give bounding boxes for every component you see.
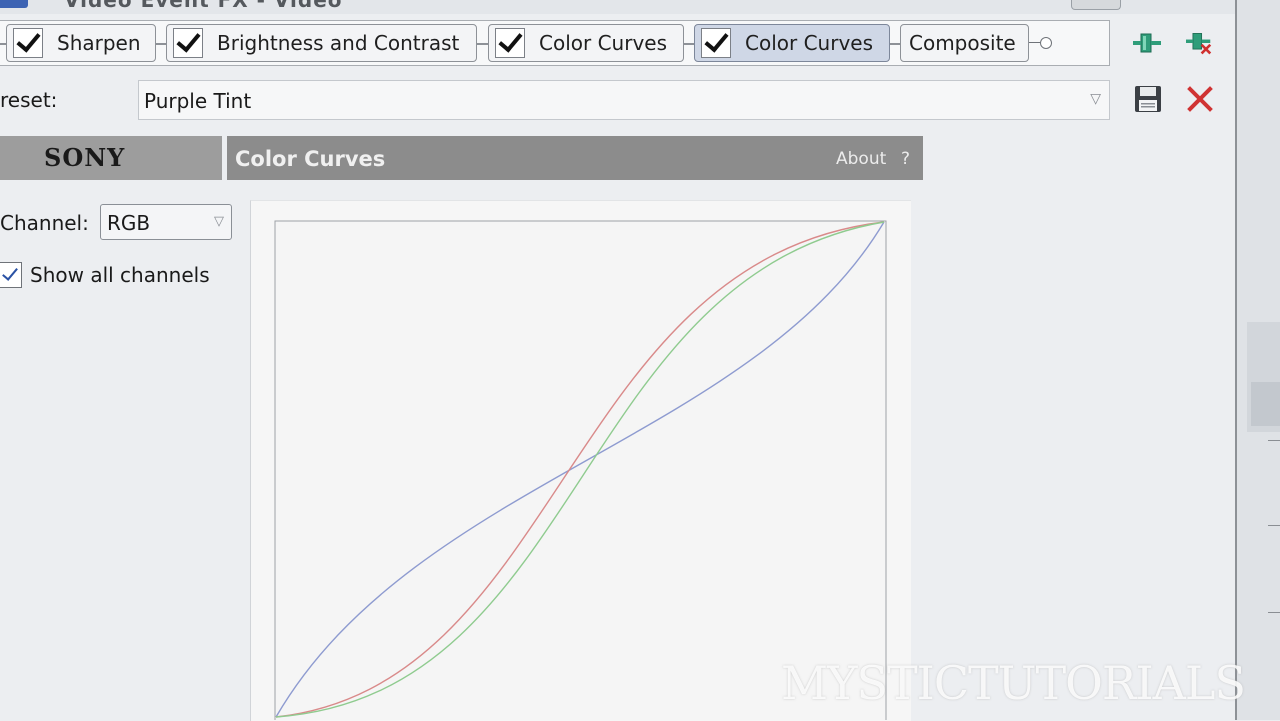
edge-band-dark — [1251, 382, 1280, 426]
save-icon[interactable] — [1133, 84, 1163, 114]
plugin-remove-icon[interactable] — [1183, 30, 1215, 56]
preset-value: Purple Tint — [144, 89, 252, 113]
about-link[interactable]: About — [836, 149, 886, 169]
title-bar: Video Event FX - Video — [0, 0, 1235, 14]
delete-icon[interactable] — [1186, 85, 1214, 113]
chain-connector — [477, 43, 488, 45]
plugin-color-curves-1[interactable]: Color Curves — [488, 24, 684, 62]
help-icon[interactable]: ? — [901, 149, 910, 169]
timeline-edge — [1235, 0, 1280, 720]
minimize-button[interactable] — [1071, 0, 1121, 10]
channel-value: RGB — [107, 211, 151, 235]
plugin-color-curves-2[interactable]: Color Curves — [694, 24, 890, 62]
plugin-enable-checkbox[interactable] — [701, 28, 731, 58]
plugin-enable-checkbox[interactable] — [173, 28, 203, 58]
edge-tick — [1268, 612, 1280, 613]
plugin-label: Color Curves — [745, 31, 873, 55]
edge-tick — [1268, 525, 1280, 526]
edge-tick — [1268, 440, 1280, 441]
plugin-label: Color Curves — [539, 31, 667, 55]
curve-frame — [274, 220, 887, 720]
plugin-enable-checkbox[interactable] — [13, 28, 43, 58]
plugin-label: Brightness and Contrast — [217, 31, 460, 55]
show-all-channels-checkbox[interactable] — [0, 262, 22, 288]
plugin-title: Color Curves — [235, 147, 386, 171]
plugin-add-icon[interactable] — [1131, 30, 1163, 56]
chain-connector — [684, 43, 694, 45]
show-all-channels-label: Show all channels — [30, 263, 210, 287]
window-title: Video Event FX - Video — [64, 0, 343, 12]
window-icon — [0, 0, 28, 8]
composite-label: Composite — [909, 31, 1016, 55]
plugin-enable-checkbox[interactable] — [495, 28, 525, 58]
chain-connector — [156, 43, 166, 45]
plugin-sharpen[interactable]: Sharpen — [6, 24, 156, 62]
composite-mode[interactable]: Composite — [900, 24, 1029, 62]
chevron-down-icon: ▽ — [214, 214, 224, 229]
chain-connector — [890, 43, 900, 45]
plugin-label: Sharpen — [57, 31, 141, 55]
preset-dropdown[interactable]: Purple Tint ▽ — [138, 80, 1110, 120]
chain-end-node — [1040, 37, 1052, 49]
channel-dropdown[interactable]: RGB ▽ — [100, 204, 232, 240]
chain-end-line — [1029, 42, 1040, 43]
curve-graph[interactable] — [274, 220, 888, 720]
plugin-brightness-contrast[interactable]: Brightness and Contrast — [166, 24, 477, 62]
channel-label: Channel: — [0, 211, 89, 235]
preset-label: reset: — [0, 88, 58, 112]
watermark-text: MYSTICTUTORIALS — [781, 656, 1246, 710]
plugin-chain-bar: Sharpen Brightness and Contrast Color Cu… — [0, 20, 1110, 66]
sony-logo: SONY — [44, 143, 126, 172]
chevron-down-icon: ▽ — [1090, 91, 1101, 107]
